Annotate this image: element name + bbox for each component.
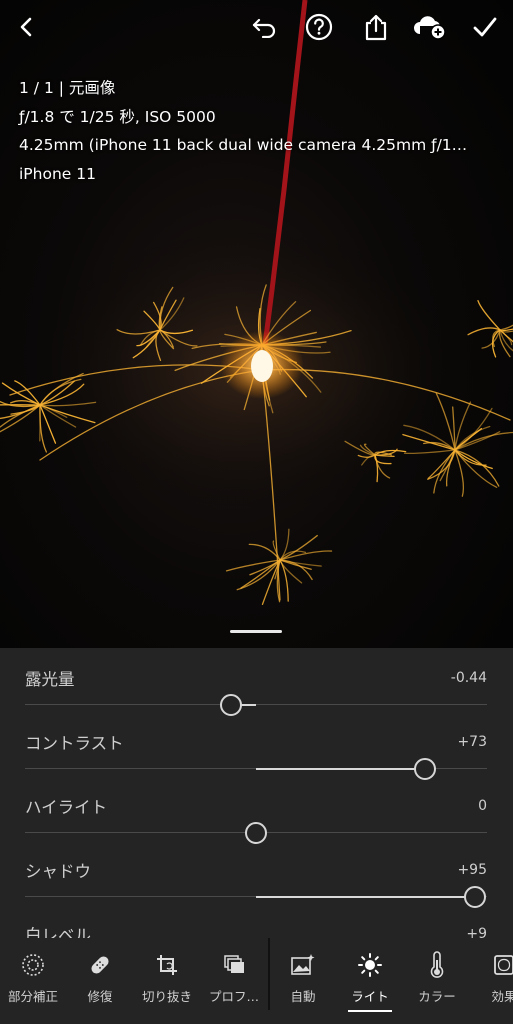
- adjustment-label: 露光量: [25, 670, 75, 689]
- light-sun-icon: [355, 950, 385, 980]
- photo-count-label: 1 / 1 | 元画像: [19, 79, 116, 97]
- adjustment-label: コントラスト: [25, 734, 124, 753]
- photo-metadata: 1 / 1 | 元画像 ƒ/1.8 で 1/25 秒, ISO 5000 4.2…: [19, 74, 467, 188]
- adjustment-label: 白レベル: [25, 926, 91, 938]
- adjustment-row: ハイライト 0: [0, 784, 513, 848]
- undo-icon[interactable]: [247, 10, 281, 44]
- adjustment-row: 露光量 -0.44: [0, 656, 513, 720]
- effects-icon: [489, 950, 513, 980]
- tool-label: 修復: [87, 989, 113, 1004]
- slider-thumb[interactable]: [245, 822, 267, 844]
- edit-tools-bar: 部分補正 修復 切り抜き プロフ… 自動 ライト カラー 効果: [0, 938, 513, 1024]
- adjustment-value: 0: [478, 798, 487, 814]
- tool-label: 自動: [290, 989, 316, 1004]
- tool-label: 部分補正: [7, 989, 58, 1004]
- tool-label: ライト: [351, 989, 389, 1004]
- cloud-add-icon[interactable]: [413, 10, 447, 44]
- photo-canvas[interactable]: 1 / 1 | 元画像 ƒ/1.8 で 1/25 秒, ISO 5000 4.2…: [0, 0, 513, 648]
- adjustment-label: ハイライト: [25, 798, 108, 817]
- slider-thumb[interactable]: [464, 886, 487, 908]
- tool-crop[interactable]: 切り抜き: [133, 938, 201, 1024]
- panel-drag-handle[interactable]: [230, 630, 282, 633]
- tool-auto[interactable]: 自動: [269, 938, 337, 1024]
- camera-model: iPhone 11: [19, 164, 96, 183]
- tool-effects[interactable]: 効果: [470, 938, 513, 1024]
- help-icon[interactable]: [302, 10, 336, 44]
- slider-track[interactable]: [25, 704, 487, 705]
- slider-thumb[interactable]: [413, 758, 436, 780]
- check-icon[interactable]: [468, 10, 502, 44]
- tool-light-sun[interactable]: ライト: [336, 938, 404, 1024]
- tool-label: プロフ…: [208, 989, 259, 1004]
- back-icon[interactable]: [10, 10, 44, 44]
- profile-icon: [219, 950, 249, 980]
- top-toolbar: [0, 0, 513, 56]
- crop-icon: [152, 950, 182, 980]
- active-tool-indicator: [348, 1010, 392, 1012]
- slider-thumb[interactable]: [219, 694, 242, 716]
- exposure-info: ƒ/1.8 で 1/25 秒, ISO 5000: [19, 107, 216, 126]
- healing-bandage-icon: [85, 950, 115, 980]
- adjustment-row: コントラスト +73: [0, 720, 513, 784]
- adjustment-value: -0.44: [450, 670, 487, 686]
- slider-fill: [256, 895, 476, 898]
- tool-color-thermometer[interactable]: カラー: [403, 938, 471, 1024]
- adjustment-label: シャドウ: [25, 862, 91, 881]
- adjustment-row: 白レベル +9: [0, 912, 513, 938]
- adjustment-value: +95: [457, 862, 487, 878]
- tool-label: 効果: [491, 989, 513, 1004]
- light-adjustment-panel: 露光量 -0.44 コントラスト +73 ハイライト 0 シャドウ +95 白レベル +9: [0, 648, 513, 938]
- slider-fill: [256, 767, 425, 770]
- color-thermometer-icon: [422, 950, 452, 980]
- auto-icon: [288, 950, 318, 980]
- tool-label: カラー: [418, 989, 456, 1004]
- share-icon[interactable]: [359, 10, 393, 44]
- adjustment-value: +9: [466, 926, 487, 938]
- tool-selective[interactable]: 部分補正: [0, 938, 67, 1024]
- selective-icon: [18, 950, 48, 980]
- tool-healing-bandage[interactable]: 修復: [66, 938, 134, 1024]
- adjustment-value: +73: [457, 734, 487, 750]
- tool-profile[interactable]: プロフ…: [200, 938, 268, 1024]
- tool-label: 切り抜き: [141, 989, 192, 1004]
- lens-info: 4.25mm (iPhone 11 back dual wide camera …: [19, 136, 468, 154]
- adjustment-row: シャドウ +95: [0, 848, 513, 912]
